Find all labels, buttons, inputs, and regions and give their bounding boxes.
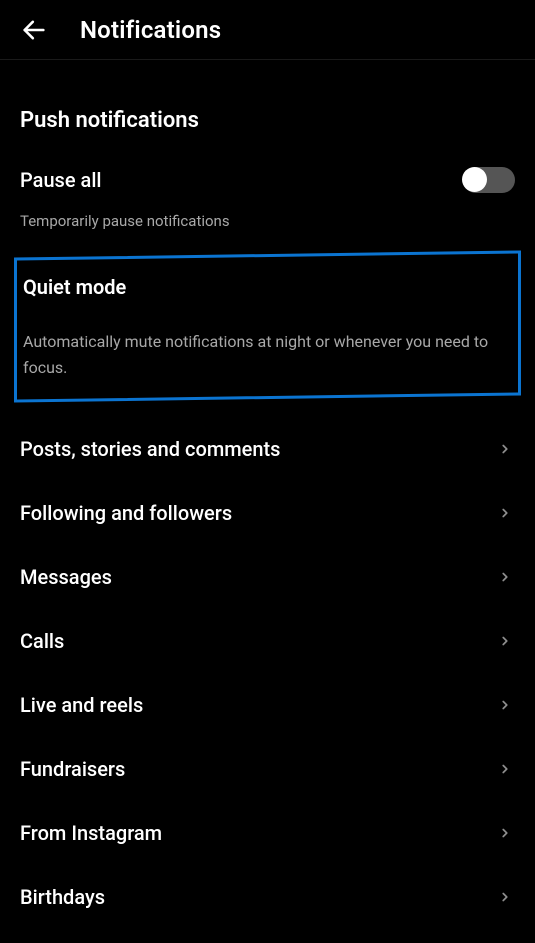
- quiet-mode-row[interactable]: Quiet mode Automatically mute notificati…: [14, 250, 521, 402]
- nav-item-posts[interactable]: Posts, stories and comments: [20, 417, 515, 481]
- chevron-right-icon: [495, 759, 515, 779]
- nav-item-following[interactable]: Following and followers: [20, 481, 515, 545]
- nav-item-calls[interactable]: Calls: [20, 609, 515, 673]
- pause-all-subtitle: Temporarily pause notifications: [20, 211, 515, 232]
- nav-item-label: Live and reels: [20, 693, 143, 717]
- nav-item-label: Birthdays: [20, 885, 105, 909]
- toggle-knob: [462, 167, 487, 192]
- chevron-right-icon: [495, 823, 515, 843]
- app-header: Notifications: [0, 0, 535, 60]
- content-area: Push notifications Pause all Temporarily…: [0, 108, 535, 929]
- pause-all-toggle[interactable]: [463, 167, 515, 193]
- chevron-right-icon: [495, 887, 515, 907]
- nav-item-fundraisers[interactable]: Fundraisers: [20, 737, 515, 801]
- nav-item-from-instagram[interactable]: From Instagram: [20, 801, 515, 865]
- quiet-mode-subtitle: Automatically mute notifications at nigh…: [23, 329, 512, 380]
- chevron-right-icon: [495, 439, 515, 459]
- nav-item-label: From Instagram: [20, 821, 162, 845]
- pause-all-row[interactable]: Pause all: [20, 143, 515, 197]
- chevron-right-icon: [495, 695, 515, 715]
- chevron-right-icon: [495, 503, 515, 523]
- nav-item-birthdays[interactable]: Birthdays: [20, 865, 515, 929]
- chevron-right-icon: [495, 631, 515, 651]
- back-button[interactable]: [18, 14, 50, 46]
- back-arrow-icon: [20, 16, 48, 44]
- nav-item-label: Calls: [20, 629, 64, 653]
- nav-item-live[interactable]: Live and reels: [20, 673, 515, 737]
- nav-item-messages[interactable]: Messages: [20, 545, 515, 609]
- nav-item-label: Messages: [20, 565, 112, 589]
- chevron-right-icon: [495, 567, 515, 587]
- nav-item-label: Posts, stories and comments: [20, 437, 280, 461]
- nav-item-label: Following and followers: [20, 501, 232, 525]
- nav-item-label: Fundraisers: [20, 757, 125, 781]
- section-header-push: Push notifications: [20, 108, 515, 133]
- pause-all-text: Pause all: [20, 168, 463, 192]
- page-title: Notifications: [80, 16, 221, 44]
- quiet-mode-title: Quiet mode: [23, 275, 512, 299]
- pause-all-title: Pause all: [20, 168, 463, 192]
